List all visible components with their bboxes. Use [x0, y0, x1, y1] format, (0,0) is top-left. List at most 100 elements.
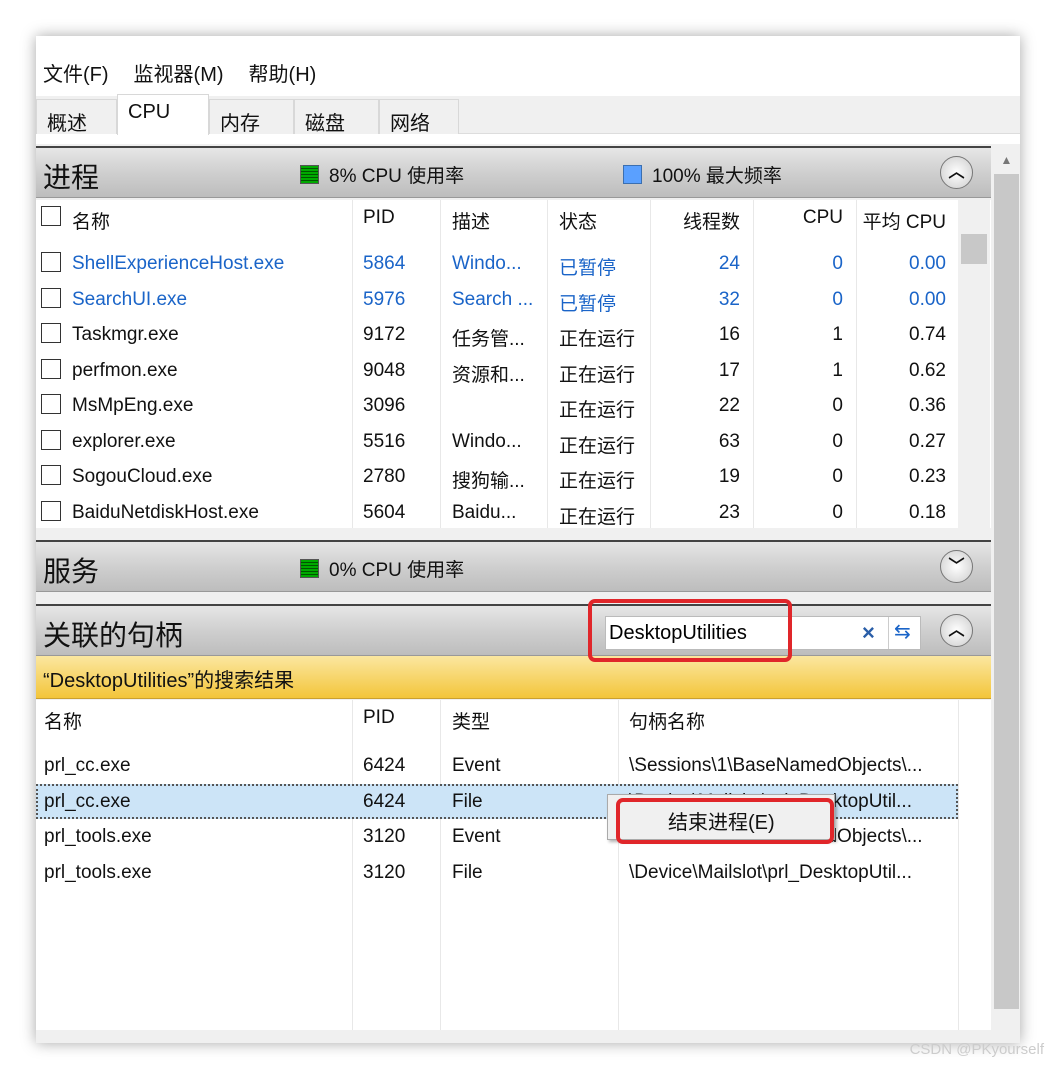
- process-name: SearchUI.exe: [72, 288, 188, 310]
- handle-type: File: [452, 790, 483, 812]
- tab-network[interactable]: 网络: [379, 99, 459, 135]
- process-checkbox[interactable]: [41, 500, 61, 521]
- column-header[interactable]: 名称: [44, 707, 344, 734]
- process-avg: 0.00: [909, 253, 946, 274]
- column-header[interactable]: PID: [363, 207, 433, 229]
- collapse-handles-button[interactable]: ︿: [940, 614, 973, 647]
- process-desc: 资源和...: [452, 364, 525, 386]
- process-cpu: 0: [832, 288, 843, 310]
- process-row[interactable]: MsMpEng.exe 3096 正在运行 22 0 0.36: [36, 388, 991, 423]
- process-status: 已暂停: [559, 258, 617, 279]
- process-avg: 0.18: [909, 501, 946, 523]
- tab-disk[interactable]: 磁盘: [294, 99, 379, 135]
- process-status: 正在运行: [559, 329, 636, 350]
- handle-type: File: [452, 861, 483, 883]
- process-row[interactable]: ShellExperienceHost.exe 5864 Windo... 已暂停 24…: [36, 246, 991, 281]
- processes-table: 名称 PID 描述 状态 线程数 CPU 平均 CPU ShellExperienceHost…: [36, 200, 991, 528]
- menu-help[interactable]: 帮助(H): [242, 54, 323, 88]
- process-avg: 0.74: [909, 324, 946, 345]
- menu-file[interactable]: 文件(F): [36, 54, 115, 88]
- handle-pid: 6424: [363, 790, 406, 812]
- process-pid: 9048: [363, 359, 406, 381]
- process-checkbox[interactable]: [41, 358, 61, 379]
- process-name: Taskmgr.exe: [72, 324, 179, 345]
- processes-title: 进程: [43, 162, 100, 193]
- tab-overview[interactable]: 概述: [36, 99, 117, 135]
- process-pid: 2780: [363, 466, 406, 487]
- column-header[interactable]: 平均 CPU: [856, 207, 946, 234]
- services-header[interactable]: 服务 0% CPU 使用率 ﹀: [36, 540, 991, 592]
- process-status: 已暂停: [559, 293, 617, 315]
- handles-header[interactable]: 关联的句柄 × ⇆ ︿: [36, 604, 991, 656]
- collapse-processes-button[interactable]: ︿: [940, 156, 973, 189]
- menu-monitor[interactable]: 监视器(M): [127, 54, 230, 88]
- process-cpu: 1: [832, 324, 843, 345]
- process-row[interactable]: SearchUI.exe 5976 Search ... 已暂停 32 0 0.00: [36, 282, 991, 317]
- process-desc: 任务管...: [452, 329, 525, 350]
- handle-row[interactable]: prl_tools.exe 3120 File \Device\Mailslot\pr…: [36, 855, 958, 890]
- scroll-up-icon[interactable]: ▲: [993, 146, 1020, 174]
- process-name: ShellExperienceHost.exe: [72, 253, 285, 274]
- tab-memory[interactable]: 内存: [209, 99, 294, 135]
- process-desc: Baidu...: [452, 501, 517, 523]
- column-header[interactable]: CPU: [753, 207, 843, 229]
- process-threads: 23: [718, 501, 740, 523]
- max-frequency-icon: [623, 165, 642, 184]
- tab-cpu[interactable]: CPU: [117, 94, 209, 135]
- column-header[interactable]: 状态: [559, 207, 647, 234]
- process-pid: 3096: [363, 395, 406, 416]
- process-name: SogouCloud.exe: [72, 466, 213, 487]
- select-all-checkbox[interactable]: [41, 206, 61, 226]
- handle-handle: \Sessions\1\BaseNamedObjects\...: [629, 755, 923, 776]
- handle-name: prl_cc.exe: [44, 755, 131, 776]
- process-row[interactable]: perfmon.exe 9048 资源和... 正在运行 17 1 0.62: [36, 353, 991, 388]
- process-status: 正在运行: [559, 364, 636, 386]
- window-scrollbar[interactable]: ▲: [993, 144, 1020, 1043]
- process-cpu: 0: [832, 430, 843, 452]
- process-status: 正在运行: [559, 400, 636, 421]
- process-row[interactable]: SogouCloud.exe 2780 搜狗输... 正在运行 19 0 0.23: [36, 459, 991, 494]
- cpu-usage-text: 8% CPU 使用率: [329, 166, 465, 187]
- column-header[interactable]: 句柄名称: [629, 707, 949, 734]
- resource-monitor-window: 文件(F) 监视器(M) 帮助(H) 概述 CPU 内存 磁盘 网络 进程 8%…: [36, 36, 1020, 1043]
- services-cpu-indicator: 0% CPU 使用率: [300, 555, 464, 582]
- process-threads: 63: [718, 430, 740, 452]
- column-header[interactable]: PID: [363, 707, 433, 729]
- services-title: 服务: [43, 556, 100, 587]
- process-checkbox[interactable]: [41, 429, 61, 450]
- process-threads: 22: [718, 395, 740, 416]
- search-results-bar: “DesktopUtilities”的搜索结果: [36, 656, 991, 699]
- process-checkbox[interactable]: [41, 287, 61, 308]
- column-header[interactable]: 类型: [452, 707, 612, 734]
- process-threads: 24: [718, 253, 740, 274]
- search-refresh-icon[interactable]: ⇆: [894, 619, 911, 644]
- handle-handle: \Device\Mailslot\prl_DesktopUtil...: [629, 861, 912, 883]
- process-checkbox[interactable]: [41, 252, 61, 272]
- process-desc: Windo...: [452, 430, 522, 452]
- process-checkbox[interactable]: [41, 465, 61, 485]
- process-checkbox[interactable]: [41, 323, 61, 343]
- column-header[interactable]: 线程数: [650, 207, 740, 234]
- expand-services-button[interactable]: ﹀: [940, 550, 973, 583]
- process-pid: 9172: [363, 324, 406, 345]
- processes-table-header: 名称 PID 描述 状态 线程数 CPU 平均 CPU: [36, 200, 991, 240]
- column-header[interactable]: 名称: [72, 207, 342, 234]
- process-avg: 0.62: [909, 359, 946, 381]
- column-header[interactable]: 描述: [452, 207, 542, 234]
- tab-bar: 概述 CPU 内存 磁盘 网络: [36, 94, 1020, 135]
- process-row[interactable]: BaiduNetdiskHost.exe 5604 Baidu... 正在运行 23 0 0…: [36, 495, 991, 530]
- process-checkbox[interactable]: [41, 394, 61, 414]
- process-row[interactable]: Taskmgr.exe 9172 任务管... 正在运行 16 1 0.74: [36, 317, 991, 352]
- process-avg: 0.36: [909, 395, 946, 416]
- processes-header[interactable]: 进程 8% CPU 使用率 100% 最大频率 ︿: [36, 146, 991, 198]
- process-pid: 5976: [363, 288, 406, 310]
- search-highlight-box: [588, 599, 792, 662]
- process-threads: 32: [718, 288, 740, 310]
- process-row[interactable]: explorer.exe 5516 Windo... 正在运行 63 0 0.27: [36, 424, 991, 459]
- max-frequency-text: 100% 最大频率: [652, 166, 782, 187]
- scrollbar-thumb[interactable]: [994, 174, 1019, 1009]
- handle-pid: 6424: [363, 755, 406, 776]
- clear-search-icon[interactable]: ×: [862, 620, 875, 646]
- handles-table: 名称 PID 类型 句柄名称 prl_cc.exe 6424 Event \Sessions\…: [36, 700, 991, 1030]
- handle-row[interactable]: prl_cc.exe 6424 Event \Sessions\1\BaseNamed…: [36, 748, 958, 783]
